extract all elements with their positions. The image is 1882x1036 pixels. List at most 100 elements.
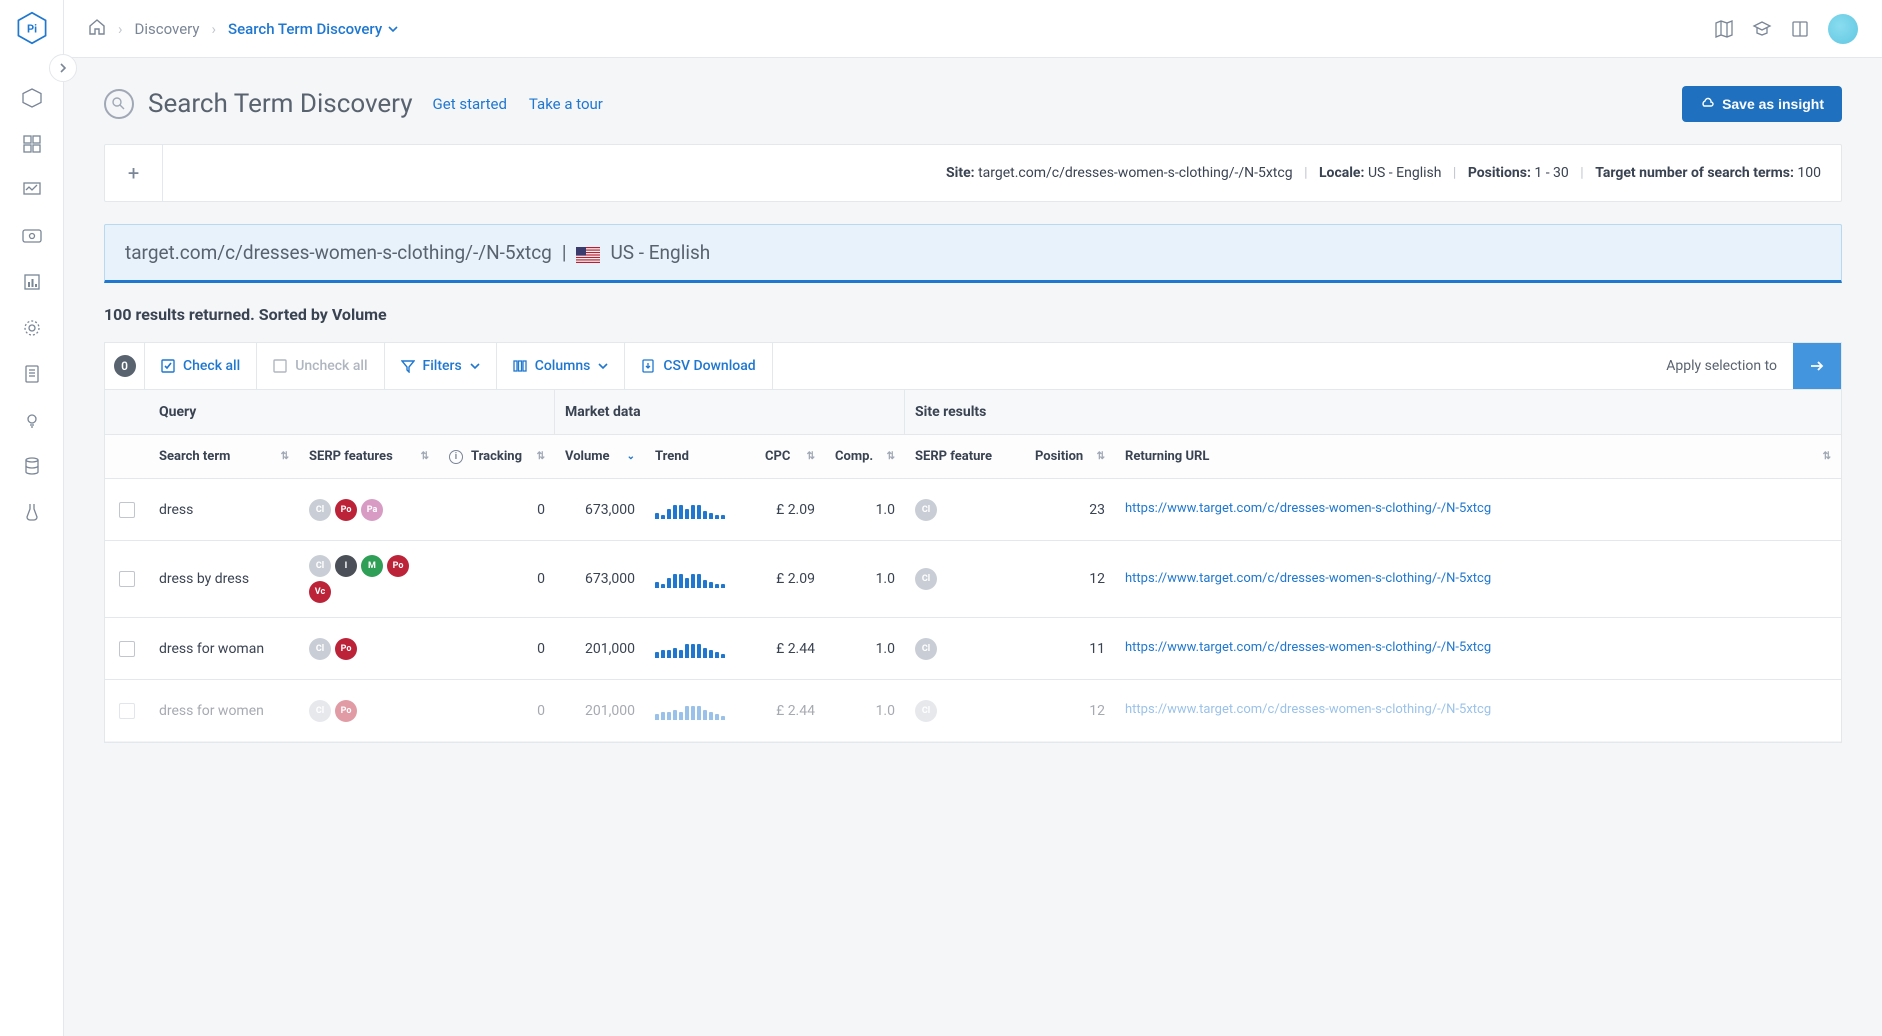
check-all-button[interactable]: Check all — [145, 343, 257, 389]
nav-item-monitor[interactable] — [20, 178, 44, 202]
add-config-button[interactable]: + — [105, 145, 163, 201]
col-site-serp-feature[interactable]: SERP feature — [905, 435, 1025, 478]
col-trend[interactable]: Trend — [645, 435, 755, 478]
nav-item-money[interactable] — [20, 224, 44, 248]
cell-volume: 201,000 — [555, 618, 645, 679]
cell-volume: 673,000 — [555, 479, 645, 540]
nav-item-report[interactable] — [20, 270, 44, 294]
url-link[interactable]: https://www.target.com/c/dresses-women-s… — [1125, 640, 1491, 657]
serp-badge-cl: Cl — [915, 499, 937, 521]
content: Search Term Discovery Get started Take a… — [64, 58, 1882, 1036]
uncheck-all-button[interactable]: Uncheck all — [257, 343, 384, 389]
nav-item-1[interactable] — [20, 86, 44, 110]
nav-item-flask[interactable] — [20, 500, 44, 524]
cell-cpc: £ 2.09 — [755, 541, 825, 617]
nav-item-db[interactable] — [20, 454, 44, 478]
col-url[interactable]: Returning URL⇅ — [1115, 435, 1841, 478]
serp-badge-po: Po — [335, 638, 357, 660]
serp-badge-po: Po — [335, 499, 357, 521]
cell-term: dress for woman — [149, 618, 299, 679]
col-search-term[interactable]: Search term⇅ — [149, 435, 299, 478]
cell-position: 23 — [1025, 479, 1115, 540]
chevron-right-icon: › — [211, 20, 216, 38]
map-icon[interactable] — [1714, 19, 1734, 39]
row-checkbox[interactable] — [119, 641, 135, 657]
chevron-down-icon — [388, 24, 398, 34]
row-checkbox[interactable] — [119, 703, 135, 719]
row-checkbox[interactable] — [119, 502, 135, 518]
group-query: Query — [149, 390, 555, 434]
avatar[interactable] — [1828, 14, 1858, 44]
url-link[interactable]: https://www.target.com/c/dresses-women-s… — [1125, 501, 1491, 518]
serp-badge-m: M — [361, 555, 383, 577]
cell-serp-features: ClPo — [299, 618, 439, 679]
results-summary: 100 results returned. Sorted by Volume — [104, 305, 1842, 324]
col-tracking[interactable]: iTracking⇅ — [439, 435, 555, 478]
nav-item-dashboard[interactable] — [20, 132, 44, 156]
filter-bar: target.com/c/dresses-women-s-clothing/-/… — [104, 224, 1842, 283]
group-market: Market data — [555, 390, 905, 434]
cell-serp-features: ClPo — [299, 680, 439, 741]
serp-badge-cl: Cl — [915, 700, 937, 722]
serp-badge-cl: Cl — [915, 568, 937, 590]
sidebar-collapse-button[interactable] — [49, 54, 77, 82]
trend-spark — [655, 501, 725, 519]
serp-badge-cl: Cl — [915, 638, 937, 660]
cell-comp: 1.0 — [825, 541, 905, 617]
page-icon — [104, 89, 134, 119]
serp-badge-vc: Vc — [309, 581, 331, 603]
breadcrumb-current[interactable]: Search Term Discovery — [228, 20, 398, 38]
cloud-icon — [1700, 97, 1714, 111]
topbar-right — [1714, 14, 1858, 44]
svg-text:Pi: Pi — [26, 22, 36, 35]
trend-spark — [655, 640, 725, 658]
serp-badge-i: I — [335, 555, 357, 577]
cell-serp-features: ClPoPa — [299, 479, 439, 540]
get-started-link[interactable]: Get started — [433, 95, 507, 113]
take-tour-link[interactable]: Take a tour — [529, 95, 603, 113]
table-row: dress for women ClPo 0 201,000 £ 2.44 1.… — [105, 680, 1841, 742]
cell-tracking: 0 — [439, 680, 555, 741]
url-link[interactable]: https://www.target.com/c/dresses-women-s… — [1125, 702, 1491, 719]
cell-volume: 673,000 — [555, 541, 645, 617]
nav-item-doc[interactable] — [20, 362, 44, 386]
col-cpc[interactable]: CPC⇅ — [755, 435, 825, 478]
book-icon[interactable] — [1790, 19, 1810, 39]
col-volume[interactable]: Volume⌄ — [555, 435, 645, 478]
table-header-cols: Search term⇅ SERP features⇅ iTracking⇅ V… — [105, 435, 1841, 479]
page-header: Search Term Discovery Get started Take a… — [104, 86, 1842, 122]
cell-tracking: 0 — [439, 541, 555, 617]
serp-badge-po: Po — [387, 555, 409, 577]
col-position[interactable]: Position⇅ — [1025, 435, 1115, 478]
cell-url: https://www.target.com/c/dresses-women-s… — [1115, 479, 1841, 540]
table-row: dress ClPoPa 0 673,000 £ 2.09 1.0 Cl 23 … — [105, 479, 1841, 541]
breadcrumb-discovery[interactable]: Discovery — [135, 20, 200, 38]
group-site: Site results — [905, 390, 1841, 434]
cell-trend — [645, 541, 755, 617]
nav-item-idea[interactable] — [20, 408, 44, 432]
chevron-down-icon — [470, 361, 480, 371]
sidebar: Pi — [0, 0, 64, 1036]
apply-selection-button[interactable] — [1793, 343, 1841, 389]
csv-download-button[interactable]: CSV Download — [625, 343, 772, 389]
cell-url: https://www.target.com/c/dresses-women-s… — [1115, 618, 1841, 679]
row-checkbox[interactable] — [119, 571, 135, 587]
col-serp-features[interactable]: SERP features⇅ — [299, 435, 439, 478]
logo[interactable]: Pi — [14, 10, 50, 46]
cell-volume: 201,000 — [555, 680, 645, 741]
url-link[interactable]: https://www.target.com/c/dresses-women-s… — [1125, 571, 1491, 588]
home-icon[interactable] — [88, 18, 106, 40]
nav-item-target[interactable] — [20, 316, 44, 340]
academy-icon[interactable] — [1752, 19, 1772, 39]
cell-term: dress — [149, 479, 299, 540]
table-row: dress by dress ClIMPoVc 0 673,000 £ 2.09… — [105, 541, 1841, 618]
col-comp[interactable]: Comp.⇅ — [825, 435, 905, 478]
breadcrumb: › Discovery › Search Term Discovery — [88, 18, 1700, 40]
filters-button[interactable]: Filters — [385, 343, 497, 389]
cell-comp: 1.0 — [825, 479, 905, 540]
cell-url: https://www.target.com/c/dresses-women-s… — [1115, 541, 1841, 617]
columns-button[interactable]: Columns — [497, 343, 626, 389]
cell-tracking: 0 — [439, 618, 555, 679]
save-as-insight-button[interactable]: Save as insight — [1682, 86, 1842, 122]
serp-badge-cl: Cl — [309, 499, 331, 521]
